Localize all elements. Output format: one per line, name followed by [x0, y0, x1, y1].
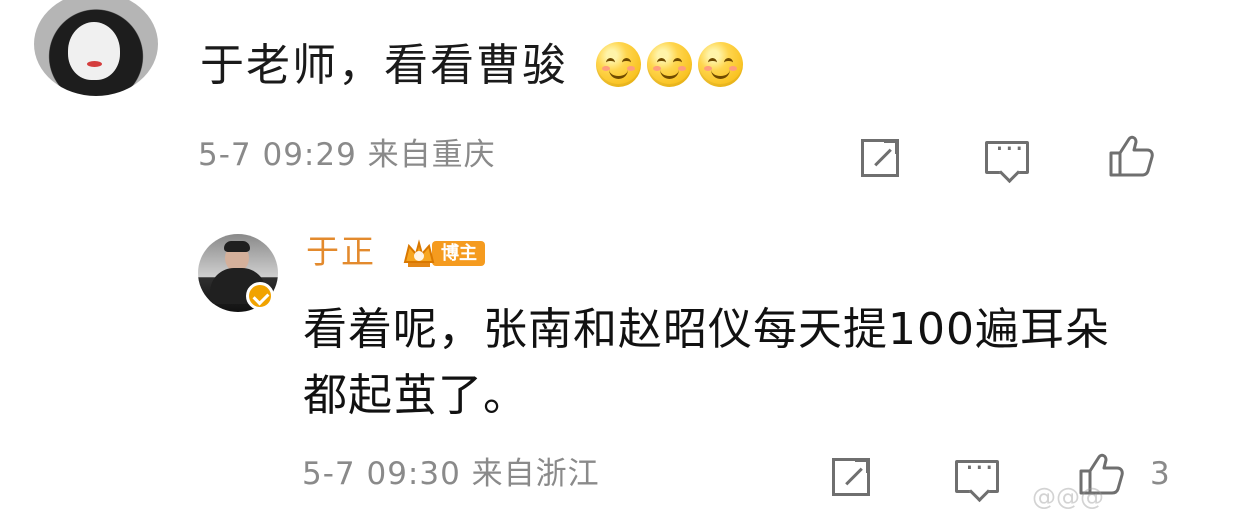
like-icon[interactable] — [1106, 132, 1154, 178]
reply-text: 看着呢，张南和赵昭仪每天提100遍耳朵都起茧了。 — [303, 304, 1110, 421]
commenter-face — [68, 22, 120, 80]
creator-badge: 博主 — [402, 238, 494, 269]
reply-meta: 5-7 09:30 来自浙江 — [302, 456, 600, 492]
smile-emoji-icon — [647, 42, 692, 87]
commenter-lips — [87, 61, 102, 67]
comment-text: 于老师，看看曹骏 — [200, 40, 568, 91]
comment-icon[interactable] — [985, 132, 1029, 174]
crown-icon — [402, 238, 436, 269]
watermark: @@@ — [1032, 483, 1104, 511]
like-count: 3 — [1150, 456, 1170, 492]
smile-emoji-icon — [596, 42, 641, 87]
commenter-avatar[interactable] — [34, 0, 158, 96]
comment-meta: 5-7 09:29 来自重庆 — [198, 137, 496, 173]
emoji-row — [596, 42, 743, 87]
repost-icon[interactable] — [832, 458, 870, 496]
reply-avatar-hair — [224, 241, 250, 252]
smile-emoji-icon — [698, 42, 743, 87]
repost-icon[interactable] — [861, 139, 899, 177]
creator-badge-label: 博主 — [432, 241, 485, 266]
verified-icon — [246, 282, 274, 310]
reply-author-name[interactable]: 于正 — [306, 232, 376, 272]
comment-icon[interactable] — [955, 451, 999, 493]
